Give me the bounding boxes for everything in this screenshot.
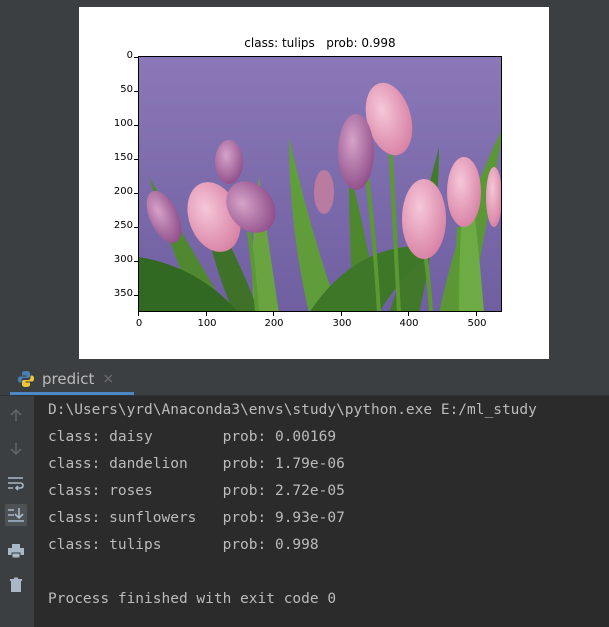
x-tick-mark xyxy=(341,312,342,316)
result-line: class: dandelion prob: 1.79e-06 xyxy=(48,456,345,472)
result-line: class: daisy prob: 0.00169 xyxy=(48,429,337,445)
x-tick-mark xyxy=(408,312,409,316)
tab-label: predict xyxy=(42,370,95,388)
tab-predict[interactable]: predict × xyxy=(16,362,133,396)
x-tick-label: 100 xyxy=(197,318,217,329)
x-tick-label: 400 xyxy=(399,318,419,329)
image-viewer: class: tulips prob: 0.998 0 50 100 150 2… xyxy=(0,0,609,362)
run-tab-bar: predict × xyxy=(0,362,609,396)
y-tick-label: 300 xyxy=(113,254,133,265)
plot-title: class: tulips prob: 0.998 xyxy=(244,36,396,50)
tulip-photo-illustration xyxy=(139,57,501,311)
x-tick-label: 0 xyxy=(135,318,143,329)
active-tab-indicator xyxy=(10,392,134,395)
print-icon[interactable] xyxy=(5,540,27,562)
down-arrow-icon[interactable] xyxy=(5,438,27,460)
y-tick-label: 100 xyxy=(113,118,133,129)
result-line: class: tulips prob: 0.998 xyxy=(48,537,319,553)
console-output[interactable]: D:\Users\yrd\Anaconda3\envs\study\python… xyxy=(48,396,609,627)
y-tick-label: 250 xyxy=(113,220,133,231)
command-line: D:\Users\yrd\Anaconda3\envs\study\python… xyxy=(48,402,537,418)
x-tick-mark xyxy=(273,312,274,316)
y-tick-label: 200 xyxy=(113,186,133,197)
exit-message: Process finished with exit code 0 xyxy=(48,591,337,607)
soft-wrap-icon[interactable] xyxy=(5,472,27,494)
x-tick-label: 200 xyxy=(264,318,284,329)
x-tick-label: 500 xyxy=(467,318,487,329)
y-tick-label: 350 xyxy=(113,288,133,299)
python-icon xyxy=(16,369,36,389)
tulip-image xyxy=(138,56,502,312)
trash-icon[interactable] xyxy=(5,574,27,596)
up-arrow-icon[interactable] xyxy=(5,404,27,426)
matplotlib-figure: class: tulips prob: 0.998 0 50 100 150 2… xyxy=(79,7,549,359)
run-toolbar xyxy=(0,396,34,627)
scroll-to-end-icon[interactable] xyxy=(5,504,27,526)
x-tick-mark xyxy=(476,312,477,316)
y-tick-label: 50 xyxy=(120,84,133,95)
close-icon[interactable]: × xyxy=(102,371,114,387)
result-line: class: roses prob: 2.72e-05 xyxy=(48,483,345,499)
y-tick-label: 150 xyxy=(113,152,133,163)
y-tick-label: 0 xyxy=(126,50,133,61)
x-tick-mark xyxy=(206,312,207,316)
x-tick-mark xyxy=(138,312,139,316)
x-tick-label: 300 xyxy=(332,318,352,329)
result-line: class: sunflowers prob: 9.93e-07 xyxy=(48,510,345,526)
run-panel: predict × D:\Users\yrd\Anaconda3\envs\st… xyxy=(0,362,609,627)
